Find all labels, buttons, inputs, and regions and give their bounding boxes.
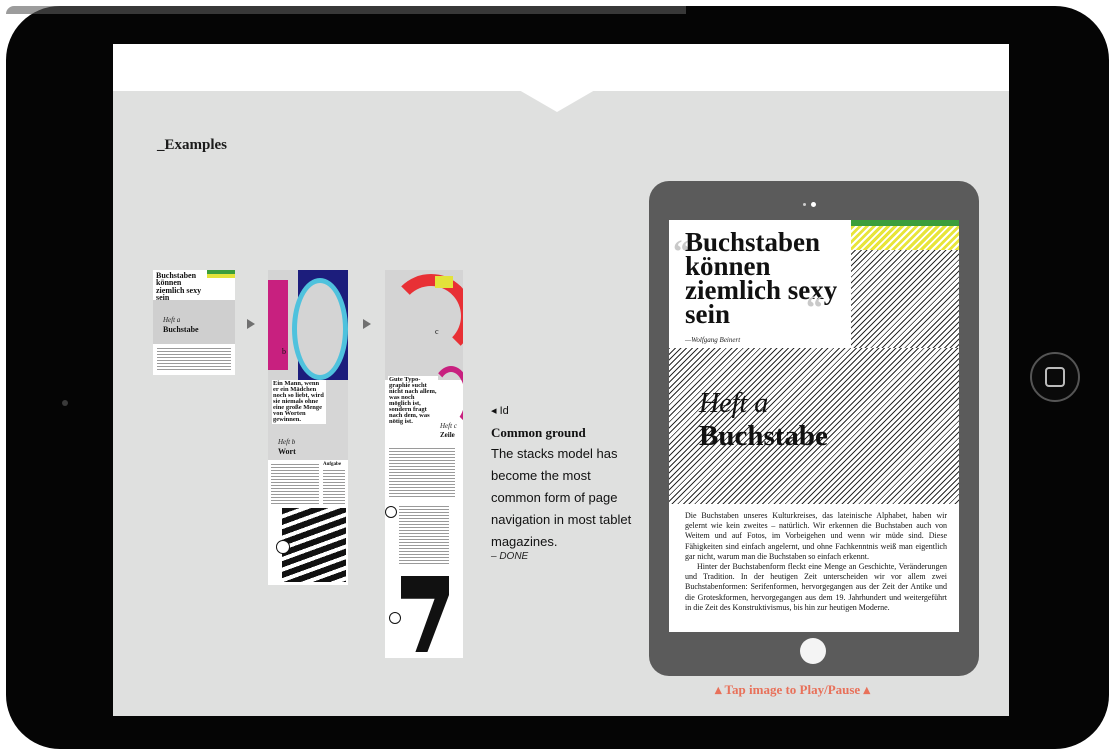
description-panel: ◂ Id Common ground The stacks model has … [491,404,641,562]
thumb2-glyph: b [282,347,286,356]
thumb3-glyph: c [435,327,439,336]
tablet-sensor [803,203,806,206]
play-pause-cta[interactable]: ▴ Tap image to Play/Pause ▴ [715,682,870,698]
device-home-button[interactable] [1030,352,1080,402]
page-body: Die Buchstaben unseres Kulturkreises, da… [685,511,947,613]
thumb1-name: Buchstabe [163,325,199,334]
thumb2-name: Wort [278,447,296,456]
device-camera [62,400,68,406]
thumb3-headline: Gute Typo-graphie sucht nicht nach allem… [388,376,438,426]
tablet-page: “ Buchstaben können ziemlich sexy sein “… [669,220,959,632]
thumb3-heft: Heft c [440,422,457,430]
thumbnail-heft-c[interactable]: c Gute Typo-graphie sucht nicht nach all… [385,270,463,658]
page-body-p1: Die Buchstaben unseres Kulturkreises, da… [685,511,947,561]
next-arrow-icon [363,319,371,329]
quote-close-icon: “ [806,290,823,327]
thumb3-name: Zeile [440,431,455,439]
notch-pointer [519,90,595,112]
description-title: Common ground [491,425,586,440]
info-icon: ◂ Id [491,405,509,417]
page-headline: Buchstaben können ziemlich sexy sein [685,227,838,329]
page-body-p2: Hinter der Buchstabenform fleckt eine Me… [685,562,947,612]
page-title: Buchstabe [699,420,828,452]
top-bar [113,44,1009,91]
app-screen: _Examples Buchstaben können ziemlich sex… [113,44,1009,716]
section-title: _Examples [157,137,228,153]
tablet-home-button[interactable] [800,638,826,664]
tablet-preview[interactable]: “ Buchstaben können ziemlich sexy sein “… [649,181,979,676]
description-done: – DONE [491,551,529,562]
page-heft: Heft a [699,388,769,419]
description-body: The stacks model has become the most com… [491,446,632,549]
thumb2-side-label: Aufgabe [323,462,342,467]
thumb2-headline: Ein Mann, wenn er ein Mädchen noch so li… [272,380,326,424]
thumb1-headline: Buchstaben können ziemlich sexy sein [156,271,202,303]
thumbnail-heft-b[interactable]: b Ein Mann, wenn er ein Mädchen noch so … [268,270,348,585]
home-square-icon [1045,367,1065,387]
page-attribution: —Wolfgang Beinert [685,336,741,344]
thumbnail-heft-a[interactable]: Buchstaben können ziemlich sexy sein Hef… [153,270,235,375]
next-arrow-icon [247,319,255,329]
tablet-camera [811,202,816,207]
thumb1-heft: Heft a [163,316,181,324]
thumb2-heft: Heft b [278,438,296,446]
